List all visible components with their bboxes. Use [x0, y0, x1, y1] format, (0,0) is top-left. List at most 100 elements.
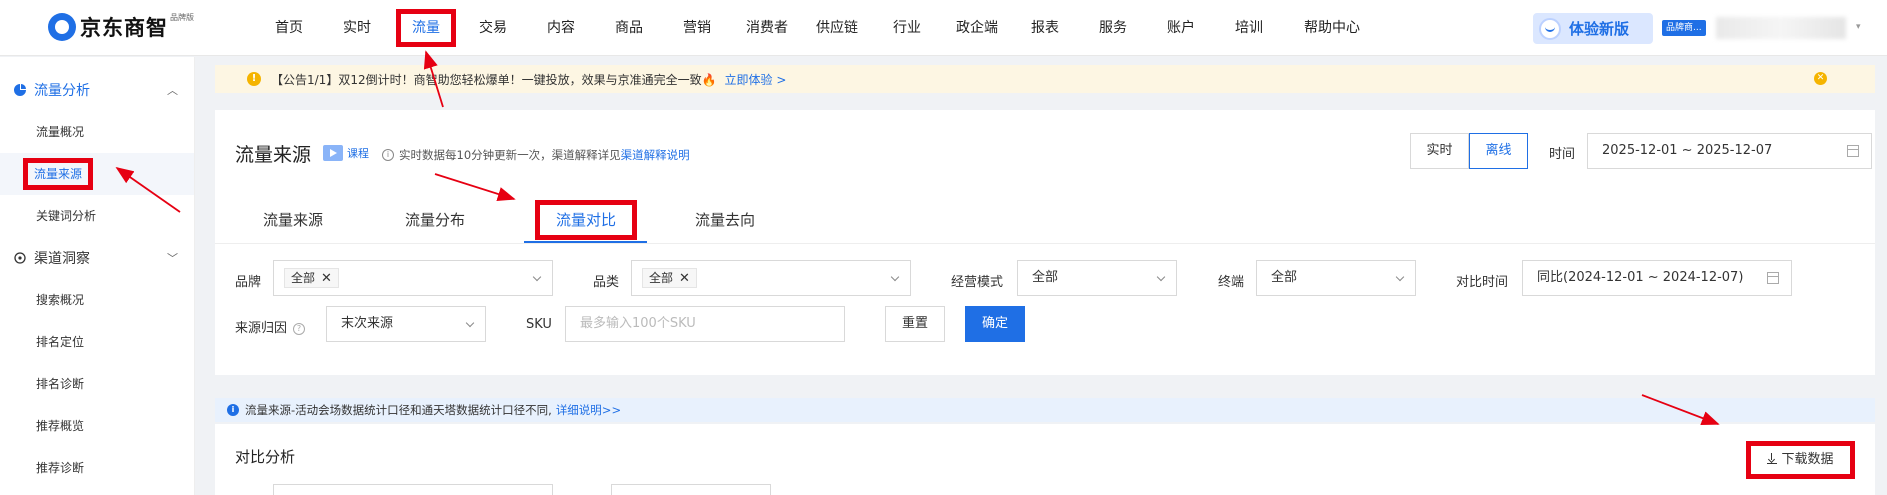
nav-realtime[interactable]: 实时 — [332, 13, 382, 43]
terminal-select[interactable]: 全部 — [1256, 260, 1416, 296]
compare-time-value: 同比(2024-12-01 ~ 2024-12-07) — [1537, 270, 1744, 285]
nav-traffic[interactable]: 流量 — [396, 9, 456, 47]
reset-button[interactable]: 重置 — [885, 306, 945, 342]
warning-icon: ! — [247, 72, 261, 86]
active-tab-indicator — [524, 241, 647, 243]
page-title: 流量来源 — [235, 144, 312, 166]
close-icon[interactable]: ✕ — [1814, 72, 1827, 85]
nav-service[interactable]: 服务 — [1088, 13, 1138, 43]
business-mode-select[interactable]: 全部 — [1017, 260, 1177, 296]
offline-toggle[interactable]: 离线 — [1469, 133, 1528, 169]
source-attribution-label: 来源归因? — [235, 317, 306, 336]
nav-product[interactable]: 商品 — [604, 13, 654, 43]
calendar-icon — [1847, 145, 1859, 157]
category-tag-label: 全部 — [649, 271, 674, 285]
nav-transaction[interactable]: 交易 — [468, 13, 518, 43]
traffic-source-card: 流量来源 课程 i 实时数据每10分钟更新一次，渠道解释详见 渠道解释说明 实时… — [215, 110, 1875, 375]
detail-link[interactable]: 详细说明>> — [556, 398, 621, 422]
announcement-bar: ! 【公告1/1】双12倒计时！商智助您轻松爆单！一键投放，效果与京准通完全一致… — [215, 65, 1875, 93]
top-nav-bar: 京东商智 品牌版 首页 实时 流量 交易 内容 商品 营销 消费者 供应链 行业… — [0, 0, 1887, 56]
brand-tag-label: 全部 — [291, 271, 316, 285]
sidebar-item-traffic-source[interactable]: 流量来源 — [0, 153, 194, 195]
source-attribution-select[interactable]: 末次来源 — [326, 306, 486, 342]
category-tag[interactable]: 全部 ✕ — [642, 268, 697, 288]
user-name-blurred[interactable] — [1716, 17, 1846, 39]
nav-account[interactable]: 账户 — [1156, 13, 1206, 43]
filter-panel: 品牌 全部 ✕ 品类 全部 ✕ 经营模式 全部 终端 全部 对比时间 同比(2024… — [215, 244, 1875, 375]
brand-tag[interactable]: 全部 ✕ — [284, 268, 339, 288]
nav-consumer[interactable]: 消费者 — [736, 13, 798, 43]
nav-training[interactable]: 培训 — [1224, 13, 1274, 43]
compare-analysis-card: 对比分析 下载数据 — [215, 424, 1875, 495]
tab-traffic-distribution[interactable]: 流量分布 — [385, 200, 485, 244]
try-now-link[interactable]: 立即体验 > — [725, 71, 787, 88]
partial-select-box[interactable] — [273, 484, 553, 495]
sidebar-item-label: 流量来源 — [22, 158, 94, 190]
nav-reports[interactable]: 报表 — [1020, 13, 1070, 43]
course-label: 课程 — [347, 147, 369, 160]
tab-traffic-source[interactable]: 流量来源 — [243, 200, 343, 244]
terminal-value: 全部 — [1271, 270, 1298, 285]
nav-marketing[interactable]: 营销 — [672, 13, 722, 43]
sidebar-group-channel-insight[interactable]: 渠道洞察 ﹀ — [0, 237, 194, 279]
business-mode-value: 全部 — [1032, 270, 1059, 285]
partial-select-box[interactable] — [611, 484, 771, 495]
course-link[interactable]: 课程 — [323, 145, 369, 161]
date-range-picker[interactable]: 2025-12-01 ~ 2025-12-07 — [1587, 133, 1872, 169]
sidebar-item-rank-diagnosis[interactable]: 排名诊断 — [0, 363, 194, 405]
info-icon: i — [227, 404, 239, 416]
data-mode-toggle: 实时 离线 — [1410, 133, 1528, 169]
chevron-down-icon[interactable]: ▾ — [1856, 22, 1861, 32]
nav-help-center[interactable]: 帮助中心 — [1292, 13, 1372, 43]
jd-logo[interactable]: 京东商智 品牌版 — [48, 12, 194, 42]
terminal-label: 终端 — [1218, 275, 1245, 290]
date-range-value: 2025-12-01 ~ 2025-12-07 — [1602, 143, 1773, 158]
compare-time-picker[interactable]: 同比(2024-12-01 ~ 2024-12-07) — [1522, 260, 1792, 296]
try-new-version-label: 体验新版 — [1569, 20, 1630, 38]
statistic-note-text: 流量来源-活动会场数据统计口径和通天塔数据统计口径不同, — [245, 403, 552, 417]
calendar-icon — [1767, 272, 1779, 284]
brand-label: 品牌 — [235, 275, 262, 290]
try-new-version-button[interactable]: 体验新版 — [1533, 13, 1653, 44]
info-icon: i — [382, 149, 394, 161]
nav-home[interactable]: 首页 — [264, 13, 314, 43]
sku-placeholder: 最多输入100个SKU — [580, 316, 696, 331]
nav-content[interactable]: 内容 — [536, 13, 586, 43]
help-icon[interactable]: ? — [293, 322, 306, 335]
sidebar-item-traffic-overview[interactable]: 流量概况 — [0, 111, 194, 153]
nav-gov-enterprise[interactable]: 政企端 — [946, 13, 1008, 43]
tab-label: 流量对比 — [534, 200, 638, 240]
sku-input[interactable]: 最多输入100个SKU — [565, 306, 845, 342]
section-title: 对比分析 — [235, 448, 296, 466]
realtime-toggle[interactable]: 实时 — [1410, 133, 1469, 169]
sidebar-item-recommend-overview[interactable]: 推荐概览 — [0, 405, 194, 447]
chevron-down-icon — [1395, 272, 1405, 282]
pie-chart-icon — [14, 84, 26, 96]
chevron-down-icon: ﹀ — [167, 252, 178, 265]
channel-explanation-link[interactable]: 渠道解释说明 — [621, 147, 690, 163]
tab-traffic-destination[interactable]: 流量去向 — [675, 200, 775, 244]
sidebar-item-keyword-analysis[interactable]: 关键词分析 — [0, 195, 194, 237]
download-data-button[interactable]: 下载数据 — [1746, 441, 1855, 479]
close-icon[interactable]: ✕ — [679, 271, 690, 286]
sidebar-item-recommend-diagnosis[interactable]: 推荐诊断 — [0, 447, 194, 489]
confirm-button[interactable]: 确定 — [965, 306, 1025, 342]
chevron-down-icon — [532, 272, 542, 282]
brand-badge: 品牌商... — [1662, 20, 1706, 36]
tab-traffic-compare[interactable]: 流量对比 — [527, 200, 645, 244]
sidebar-group-traffic-analysis[interactable]: 流量分析 ︿ — [0, 69, 194, 111]
close-icon[interactable]: ✕ — [321, 271, 332, 286]
business-mode-label: 经营模式 — [951, 275, 1004, 290]
brand-select[interactable]: 全部 ✕ — [273, 260, 553, 296]
sidebar-item-search-overview[interactable]: 搜索概况 — [0, 279, 194, 321]
main-nav: 首页 实时 流量 交易 内容 商品 营销 消费者 供应链 行业 政企端 报表 服… — [258, 0, 1372, 56]
chevron-up-icon: ︿ — [167, 84, 178, 97]
compare-time-label: 对比时间 — [1456, 275, 1509, 290]
category-select[interactable]: 全部 ✕ — [631, 260, 911, 296]
sidebar-item-rank-locate[interactable]: 排名定位 — [0, 321, 194, 363]
nav-industry[interactable]: 行业 — [882, 13, 932, 43]
logo-mark-icon — [48, 13, 76, 41]
nav-supply-chain[interactable]: 供应链 — [806, 13, 868, 43]
sidebar-group-label: 流量分析 — [34, 83, 90, 99]
chevron-down-icon — [465, 318, 475, 328]
